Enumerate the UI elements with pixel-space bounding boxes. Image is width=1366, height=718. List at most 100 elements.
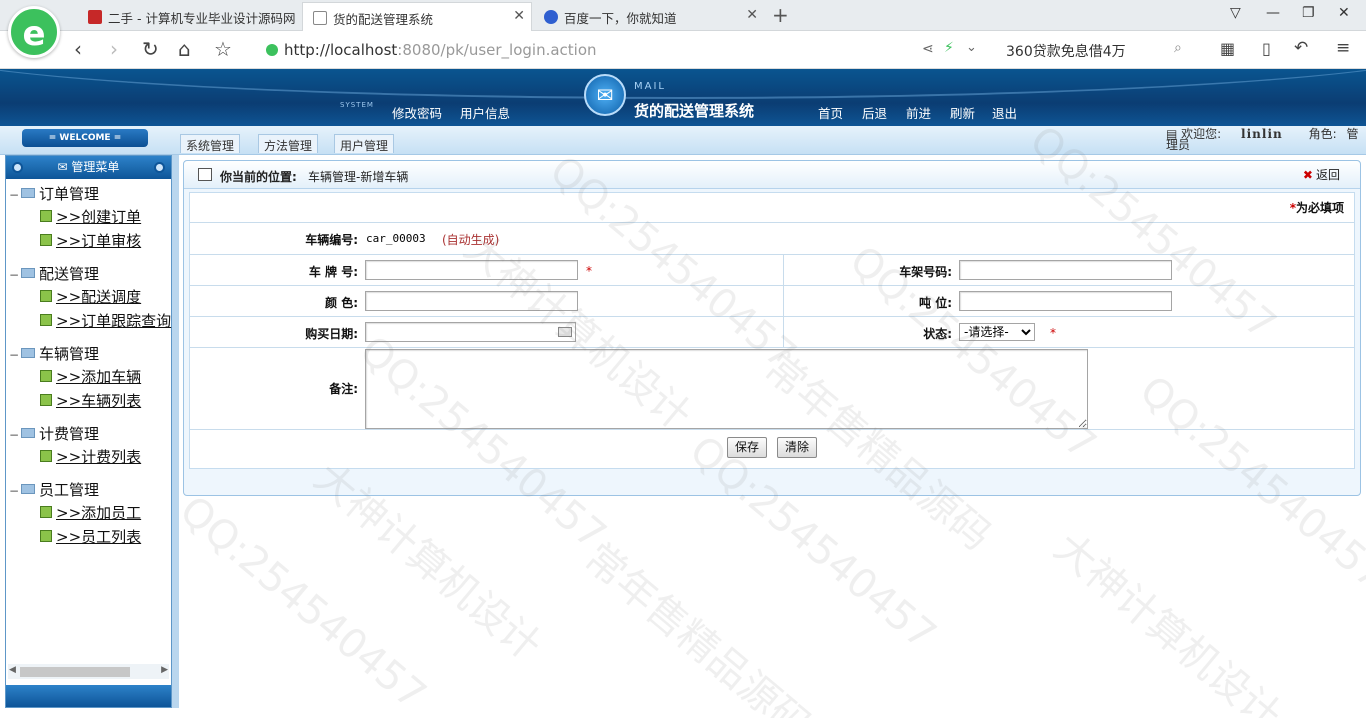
folder-icon <box>21 268 35 278</box>
user-info-link[interactable]: 用户信息 <box>460 103 510 122</box>
url-field[interactable]: http://localhost:8080/pk/user_login.acti… <box>284 41 597 59</box>
new-tab-button[interactable]: + <box>772 3 789 27</box>
scroll-left-icon[interactable]: ◀ <box>9 665 16 675</box>
calendar-icon[interactable] <box>558 327 572 337</box>
menu-tab-label: 用户管理 <box>340 139 389 153</box>
sidebar-link[interactable]: >>创建订单 <box>56 208 141 226</box>
sidebar-link[interactable]: >>订单跟踪查询 <box>56 312 171 330</box>
shirt-skin-icon[interactable]: ▽ <box>1230 5 1241 21</box>
search-suggestion-text[interactable]: 360贷款免息借4万 <box>1006 41 1126 61</box>
welcome-banner: = WELCOME = <box>22 129 148 147</box>
sidebar-group-vehicles[interactable]: − 车辆管理 <box>9 343 99 364</box>
back-button[interactable]: ✖ 返回 <box>1303 166 1340 183</box>
sidebar-link[interactable]: >>添加车辆 <box>56 368 141 386</box>
collapse-icon[interactable]: − <box>9 188 19 202</box>
sub-toolbar: = WELCOME = 系统管理 方法管理 用户管理 ▤ 欢迎您: linlin… <box>0 126 1366 155</box>
undo-icon[interactable]: ↶ <box>1294 38 1308 58</box>
sidebar-group-orders[interactable]: − 订单管理 <box>9 183 99 204</box>
maximize-button[interactable]: ❐ <box>1302 5 1315 21</box>
scroll-right-icon[interactable]: ▶ <box>161 665 168 675</box>
collapse-icon[interactable]: − <box>9 268 19 282</box>
browser-tab-3[interactable]: 百度一下，你就知道 ✕ <box>534 2 764 31</box>
bookmark-icon[interactable]: ▯ <box>1262 39 1271 58</box>
location-value: 车辆管理-新增车辆 <box>308 170 409 184</box>
forward-link[interactable]: 前进 <box>906 103 931 122</box>
sidebar-link[interactable]: >>订单审核 <box>56 232 141 250</box>
sidebar-horizontal-scrollbar[interactable]: ◀ ▶ <box>8 664 169 679</box>
welcome-suffix: 理员 <box>1166 138 1191 152</box>
frame-label: 车架号码: <box>899 265 952 279</box>
sidebar-link[interactable]: >>员工列表 <box>56 528 141 546</box>
header-decoration <box>0 69 1366 99</box>
change-password-link[interactable]: 修改密码 <box>392 103 442 122</box>
minimize-button[interactable]: — <box>1266 5 1280 21</box>
refresh-link[interactable]: 刷新 <box>950 103 975 122</box>
collapse-icon[interactable]: − <box>9 428 19 442</box>
color-input[interactable] <box>365 291 578 311</box>
back-link[interactable]: 后退 <box>862 103 887 122</box>
tab-method-management[interactable]: 方法管理 <box>258 134 319 153</box>
watermark-text: 常年售精品源码 <box>575 534 820 718</box>
frame-number-input[interactable] <box>959 260 1172 280</box>
form-row-buy-date: 购买日期: 状态: -请选择- * <box>190 317 1354 348</box>
sidebar-link[interactable]: >>车辆列表 <box>56 392 141 410</box>
collapse-icon[interactable]: − <box>9 348 19 362</box>
sidebar-link[interactable]: >>配送调度 <box>56 288 141 306</box>
sidebar-item-billing-list[interactable]: >>计费列表 <box>40 446 141 467</box>
sidebar-item-dispatch[interactable]: >>配送调度 <box>40 286 141 307</box>
star-icon[interactable]: ☆ <box>214 37 232 61</box>
tab-user-management[interactable]: 用户管理 <box>334 134 395 153</box>
lightning-icon[interactable]: ⚡ <box>944 40 954 56</box>
logout-link[interactable]: 退出 <box>992 103 1017 122</box>
vehicle-no-value: car_00003 <box>366 232 426 245</box>
remark-label: 备注: <box>329 382 358 396</box>
search-icon[interactable]: ⌕ <box>1174 40 1182 56</box>
sidebar-item-review-order[interactable]: >>订单审核 <box>40 230 141 251</box>
tonnage-input[interactable] <box>959 291 1172 311</box>
menu-tab-label: 方法管理 <box>264 139 313 153</box>
sidebar-footer <box>6 685 171 707</box>
sidebar-item-add-staff[interactable]: >>添加员工 <box>40 502 141 523</box>
buy-date-input[interactable] <box>365 322 576 342</box>
browser-tab-bar: 二手 - 计算机专业毕业设计源码网 货的配送管理系统 ✕ 百度一下，你就知道 ✕… <box>0 0 1366 31</box>
sidebar-item-tracking[interactable]: >>订单跟踪查询 <box>40 310 171 331</box>
required-star: * <box>586 264 592 278</box>
plate-number-input[interactable] <box>365 260 578 280</box>
share-icon[interactable]: ⋖ <box>922 41 934 57</box>
sidebar-splitter[interactable] <box>172 155 179 708</box>
chevron-down-icon[interactable]: ⌄ <box>966 40 977 55</box>
sidebar-group-billing[interactable]: − 计费管理 <box>9 423 99 444</box>
reload-icon[interactable]: ↻ <box>142 37 159 61</box>
forward-arrow-icon[interactable]: › <box>110 37 118 61</box>
browser-tab-2[interactable]: 货的配送管理系统 ✕ <box>302 2 532 31</box>
vehicle-no-hint: (自动生成) <box>442 233 500 247</box>
back-arrow-icon[interactable]: ‹ <box>74 37 82 61</box>
sidebar-item-vehicle-list[interactable]: >>车辆列表 <box>40 390 141 411</box>
collapse-icon[interactable]: − <box>9 484 19 498</box>
required-note: *为必填项 <box>1290 199 1344 216</box>
clear-button[interactable]: 清除 <box>777 437 818 458</box>
baidu-paw-icon <box>544 10 558 24</box>
decor-dot-icon <box>154 162 165 173</box>
menu-icon[interactable]: ≡ <box>1336 38 1350 58</box>
apps-grid-icon[interactable]: ▦ <box>1220 39 1235 58</box>
sidebar-item-staff-list[interactable]: >>员工列表 <box>40 526 141 547</box>
home-icon[interactable]: ⌂ <box>178 37 191 61</box>
sidebar-link[interactable]: >>计费列表 <box>56 448 141 466</box>
home-link[interactable]: 首页 <box>818 103 843 122</box>
browser-tab-1[interactable]: 二手 - 计算机专业毕业设计源码网 <box>78 2 300 31</box>
sidebar-item-add-vehicle[interactable]: >>添加车辆 <box>40 366 141 387</box>
sidebar-item-create-order[interactable]: >>创建订单 <box>40 206 141 227</box>
sidebar-link[interactable]: >>添加员工 <box>56 504 141 522</box>
close-tab-icon[interactable]: ✕ <box>513 8 525 24</box>
scrollbar-thumb[interactable] <box>20 667 130 677</box>
close-window-button[interactable]: ✕ <box>1338 5 1350 21</box>
remark-textarea[interactable] <box>365 349 1088 429</box>
save-button[interactable]: 保存 <box>727 437 768 458</box>
address-bar: ‹ › ↻ ⌂ ☆ http://localhost:8080/pk/user_… <box>0 31 1366 69</box>
tab-system-management[interactable]: 系统管理 <box>180 134 241 153</box>
status-select[interactable]: -请选择- <box>959 323 1035 341</box>
sidebar-group-delivery[interactable]: − 配送管理 <box>9 263 99 284</box>
sidebar-group-staff[interactable]: − 员工管理 <box>9 479 99 500</box>
close-tab-icon[interactable]: ✕ <box>746 7 758 23</box>
